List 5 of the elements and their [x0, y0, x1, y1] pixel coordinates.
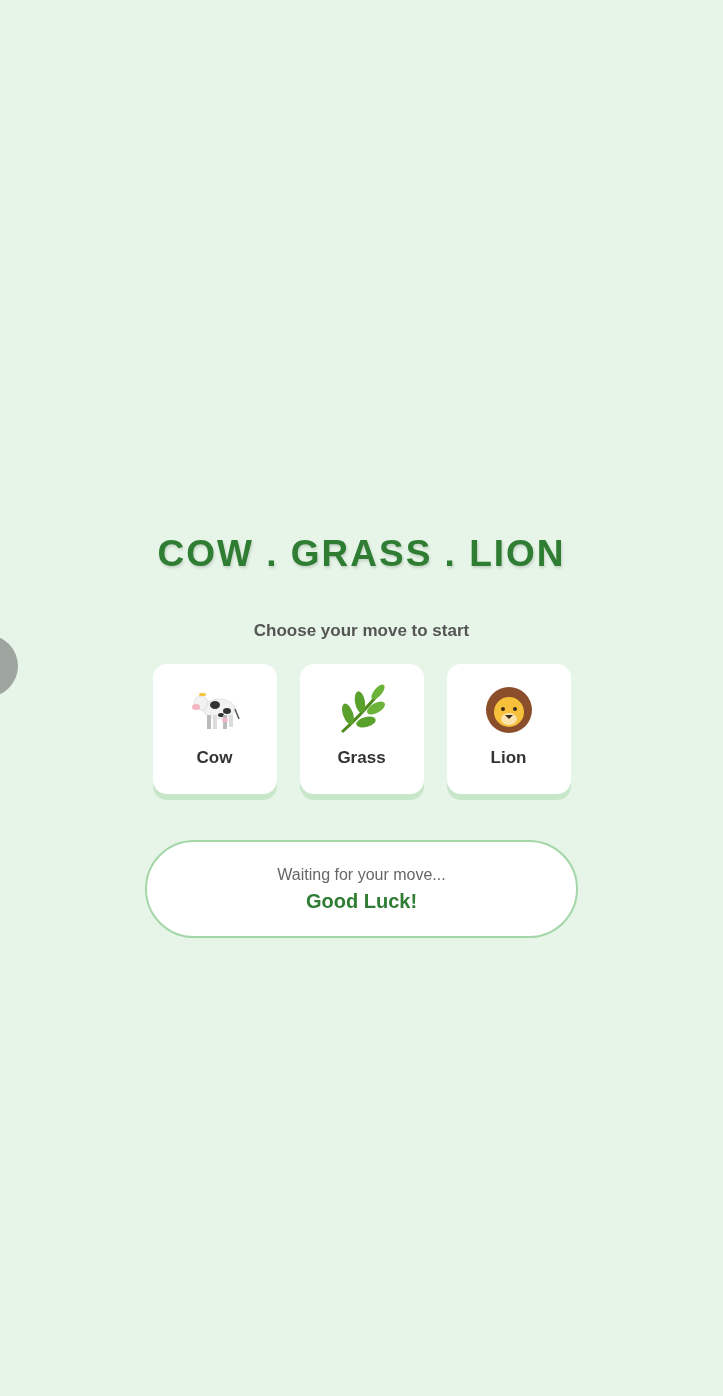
instruction-text: Choose your move to start	[253, 620, 470, 642]
lion-face-icon	[483, 684, 534, 736]
status-message: Waiting for your move...	[277, 865, 446, 884]
result-text: Good Luck!	[305, 889, 418, 913]
game-title: COW . GRASS . LION	[157, 532, 566, 576]
